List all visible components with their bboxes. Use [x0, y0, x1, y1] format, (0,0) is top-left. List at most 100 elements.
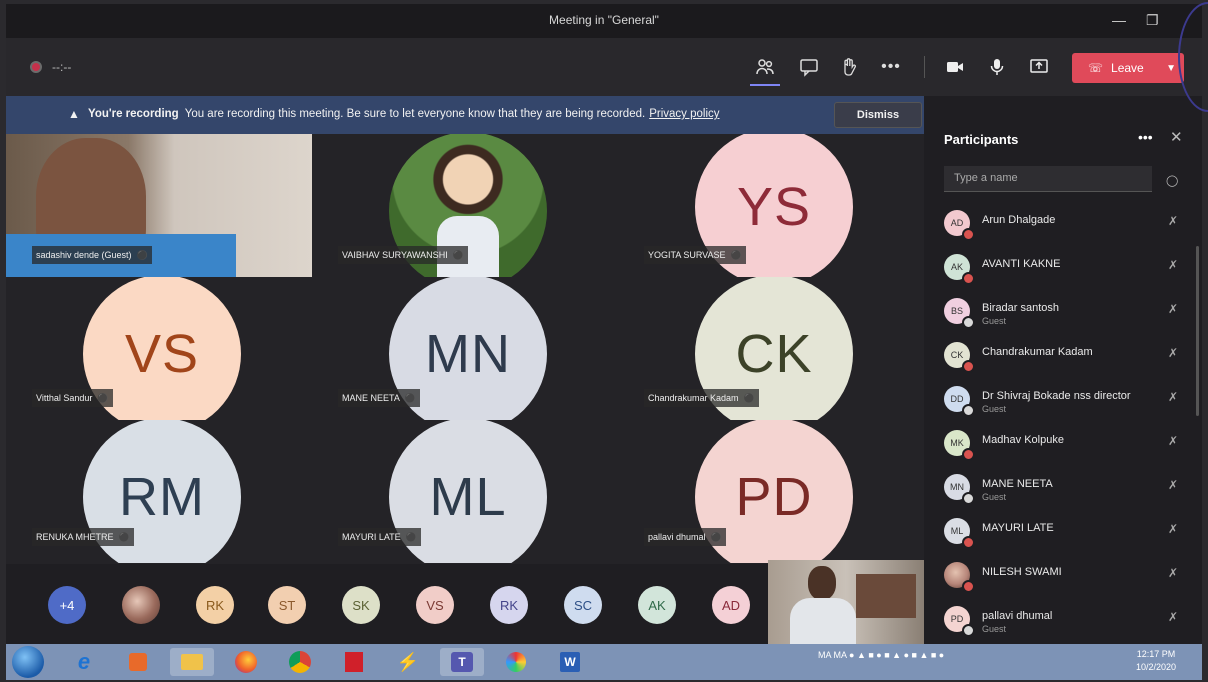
- privacy-policy-link[interactable]: Privacy policy: [649, 108, 719, 120]
- mic-off-icon: ⚫: [405, 531, 417, 542]
- video-tile[interactable]: sadashiv dende (Guest) ⚫: [6, 134, 312, 277]
- more-actions-button[interactable]: •••: [878, 54, 904, 80]
- taskbar-paint[interactable]: [494, 648, 538, 676]
- participant-name: pallavi dhumal ⚫: [644, 528, 726, 546]
- mic-off-icon: ⚫: [136, 249, 148, 260]
- video-tile[interactable]: YS YOGITA SURVASE ⚫: [618, 134, 924, 277]
- tray-avatar[interactable]: AK: [638, 586, 676, 624]
- participants-panel: Participants ••• ✕ Type a name ◯ AD Arun …: [924, 96, 1202, 644]
- mic-off-icon: ⚫: [743, 392, 755, 403]
- participant-row[interactable]: CK Chandrakumar Kadam ✗: [944, 340, 1184, 380]
- participant-name: AVANTI KAKNE: [982, 258, 1061, 270]
- participants-title: Participants: [944, 132, 1019, 147]
- tray-avatar[interactable]: SK: [342, 586, 380, 624]
- mic-off-icon: ⚫: [97, 392, 109, 403]
- status-badge: [962, 580, 975, 593]
- tray-avatar[interactable]: SC: [564, 586, 602, 624]
- recording-message: You're recording You are recording this m…: [88, 108, 720, 120]
- raise-hand-button[interactable]: [836, 54, 862, 80]
- taskbar-teams[interactable]: T: [440, 648, 484, 676]
- mic-off-icon[interactable]: ✗: [1168, 302, 1178, 316]
- hand-icon: [844, 58, 856, 76]
- dismiss-button[interactable]: Dismiss: [834, 102, 922, 128]
- participant-row[interactable]: DD Dr Shivraj Bokade nss director Guest ✗: [944, 384, 1184, 424]
- taskbar-explorer[interactable]: [170, 648, 214, 676]
- mic-off-icon[interactable]: ✗: [1168, 522, 1178, 536]
- mic-off-icon[interactable]: ✗: [1168, 214, 1178, 228]
- scrollbar[interactable]: [1196, 246, 1199, 416]
- taskbar-word[interactable]: W: [548, 648, 592, 676]
- maximize-icon[interactable]: ❐: [1146, 12, 1159, 29]
- mic-button[interactable]: [984, 54, 1010, 80]
- mic-off-icon: ⚫: [730, 249, 742, 260]
- participant-row[interactable]: AK AVANTI KAKNE ✗: [944, 252, 1184, 292]
- participant-row[interactable]: MN MANE NEETA Guest ✗: [944, 472, 1184, 512]
- video-tile[interactable]: RM RENUKA MHETRE ⚫: [6, 420, 312, 563]
- mic-off-icon[interactable]: ✗: [1168, 258, 1178, 272]
- participant-name: NILESH SWAMI: [982, 566, 1062, 578]
- participant-name: RENUKA MHETRE ⚫: [32, 528, 134, 546]
- participant-row[interactable]: BS Biradar santosh Guest ✗: [944, 296, 1184, 336]
- start-button[interactable]: [12, 646, 44, 678]
- mic-off-icon: ⚫: [404, 392, 417, 403]
- tray-avatar[interactable]: VS: [416, 586, 454, 624]
- mic-off-icon[interactable]: ✗: [1168, 434, 1178, 448]
- mic-off-icon[interactable]: ✗: [1168, 566, 1178, 580]
- tray-avatar-photo[interactable]: [122, 586, 160, 624]
- taskbar-acrobat[interactable]: [332, 648, 376, 676]
- participant-search-input[interactable]: Type a name: [944, 166, 1152, 192]
- video-tile[interactable]: VS Vitthal Sandur ⚫: [6, 277, 312, 420]
- participant-row[interactable]: ML MAYURI LATE ✗: [944, 516, 1184, 556]
- recording-text: You are recording this meeting. Be sure …: [184, 108, 646, 120]
- video-tile[interactable]: CK Chandrakumar Kadam ⚫: [618, 277, 924, 420]
- camera-button[interactable]: [942, 54, 968, 80]
- share-invite-icon[interactable]: ◯: [1166, 174, 1178, 187]
- taskbar-app[interactable]: ⚡: [386, 648, 430, 676]
- participant-row[interactable]: PD pallavi dhumal Guest ✗: [944, 604, 1184, 644]
- leave-label: Leave: [1111, 61, 1144, 75]
- taskbar-media-player[interactable]: [116, 648, 160, 676]
- status-badge: [962, 360, 975, 373]
- participant-row[interactable]: AD Arun Dhalgade ✗: [944, 208, 1184, 248]
- tray-avatar[interactable]: RK: [196, 586, 234, 624]
- language-indicator[interactable]: MA MA: [818, 650, 847, 660]
- participant-name: Madhav Kolpuke: [982, 434, 1064, 446]
- tray-avatar[interactable]: RK: [490, 586, 528, 624]
- taskbar-ie[interactable]: e: [62, 648, 106, 676]
- minimize-icon[interactable]: —: [1112, 12, 1126, 28]
- title-bar: Meeting in "General" — ❐: [6, 4, 1202, 38]
- system-tray: MA MA ● ▲ ■ ● ■ ▲ ● ■ ▲ ■ ●: [818, 650, 945, 660]
- paint-icon: [506, 652, 526, 672]
- mic-off-icon[interactable]: ✗: [1168, 390, 1178, 404]
- video-tile[interactable]: PD pallavi dhumal ⚫: [618, 420, 924, 563]
- meeting-timer: --:--: [52, 60, 72, 74]
- tray-avatar[interactable]: +4: [48, 586, 86, 624]
- status-badge: [962, 624, 975, 637]
- taskbar-chrome[interactable]: [278, 648, 322, 676]
- more-icon[interactable]: •••: [1138, 129, 1153, 145]
- tray-avatar[interactable]: AD: [712, 586, 750, 624]
- leave-button[interactable]: ☏ Leave ▼: [1072, 53, 1184, 83]
- close-icon[interactable]: ✕: [1170, 128, 1183, 146]
- participant-name: Chandrakumar Kadam ⚫: [644, 389, 759, 407]
- clock[interactable]: 12:17 PM 10/2/2020: [1136, 648, 1176, 674]
- video-tile[interactable]: MN MANE NEETA ⚫: [312, 277, 618, 420]
- share-screen-button[interactable]: [1026, 54, 1052, 80]
- mic-off-icon[interactable]: ✗: [1168, 478, 1178, 492]
- mic-off-icon[interactable]: ✗: [1168, 610, 1178, 624]
- firefox-icon: [235, 651, 257, 673]
- video-tile[interactable]: ML MAYURI LATE ⚫: [312, 420, 618, 563]
- self-view-video[interactable]: [768, 560, 924, 644]
- taskbar-firefox[interactable]: [224, 648, 268, 676]
- microphone-icon: [990, 59, 1004, 75]
- participant-name: Vitthal Sandur ⚫: [32, 389, 113, 407]
- video-tile[interactable]: VAIBHAV SURYAWANSHI ⚫: [312, 134, 618, 277]
- participant-row[interactable]: NILESH SWAMI ✗: [944, 560, 1184, 600]
- show-chat-button[interactable]: [796, 54, 822, 80]
- tray-avatar[interactable]: ST: [268, 586, 306, 624]
- mic-off-icon[interactable]: ✗: [1168, 346, 1178, 360]
- show-participants-button[interactable]: [752, 54, 778, 80]
- chevron-down-icon[interactable]: ▼: [1166, 63, 1176, 74]
- participant-row[interactable]: MK Madhav Kolpuke ✗: [944, 428, 1184, 468]
- recording-icon: [30, 61, 42, 73]
